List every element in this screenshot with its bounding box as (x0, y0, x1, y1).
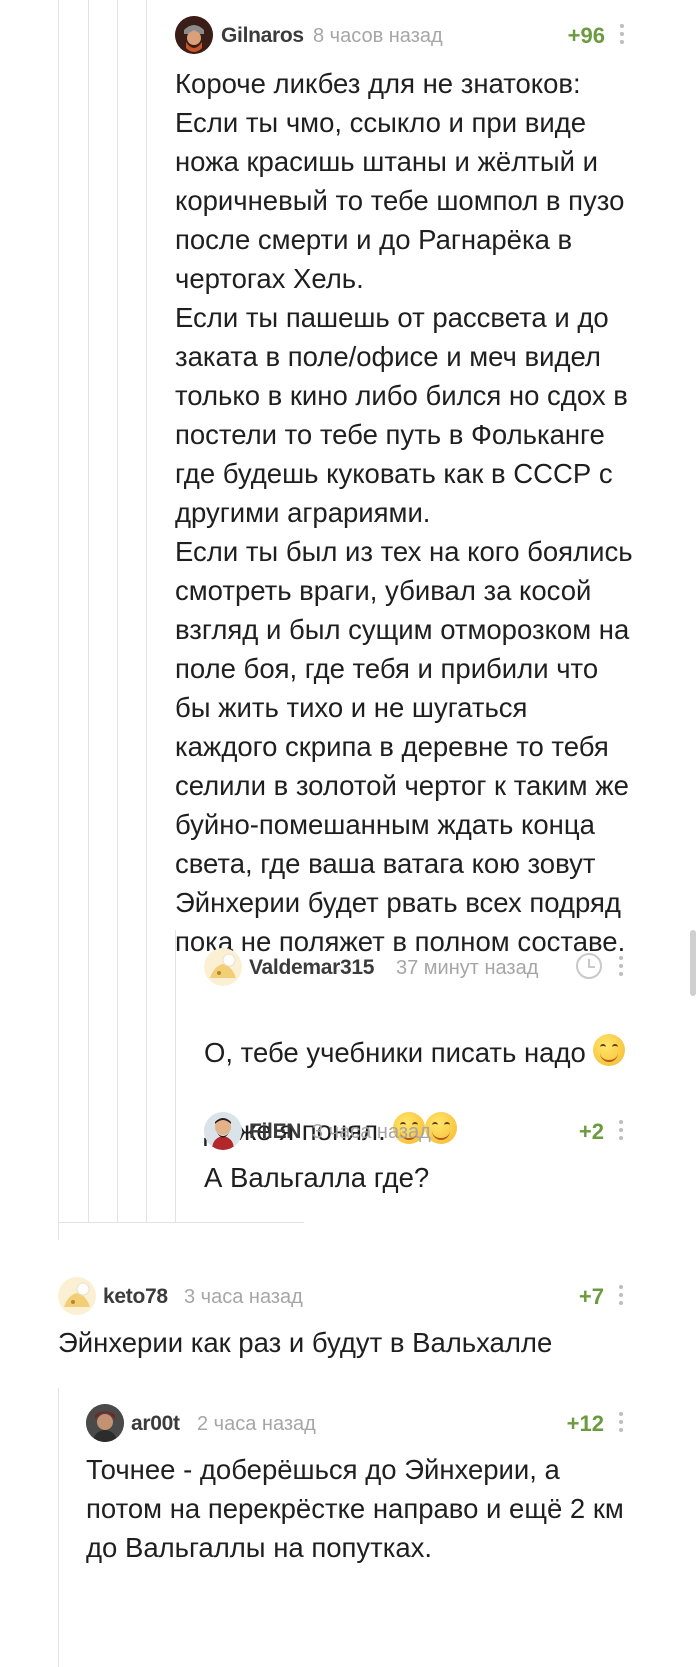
viking-avatar[interactable] (175, 16, 213, 54)
comment-time: 8 часов назад (313, 25, 443, 47)
comment-header: ar00t 2 часа назад +12 (86, 1404, 634, 1444)
comment-text: Эйнхерии как раз и будут в Вальхалле (58, 1327, 553, 1358)
more-options-icon[interactable] (618, 1285, 624, 1309)
bearded-avatar[interactable] (204, 1112, 242, 1150)
thread-line[interactable] (58, 0, 59, 1240)
comment: keto78 3 часа назад +7 Эйнхерии как раз … (58, 1277, 634, 1362)
comment: FilEN 3 часа назад +2 А Вальгалла где? (204, 1112, 634, 1197)
comment: Gilnaros 8 часов назад +96 Короче ликбез… (175, 16, 635, 961)
clock-icon (576, 953, 602, 979)
author-name[interactable]: Valdemar315 (249, 956, 374, 980)
author-name[interactable]: FilEN (249, 1120, 301, 1144)
comment-rating: +7 (578, 1284, 604, 1309)
comment-rating: +96 (567, 23, 605, 48)
comment-rating: +2 (578, 1119, 604, 1144)
comment: ar00t 2 часа назад +12 Точнее - доберёшь… (86, 1404, 634, 1567)
comment-header: Gilnaros 8 часов назад +96 (175, 16, 635, 56)
author-name[interactable]: Gilnaros (221, 24, 304, 48)
comment-text: Короче ликбез для не знатоков: Если ты ч… (175, 68, 633, 957)
comment-header: FilEN 3 часа назад +2 (204, 1112, 634, 1152)
comment-text: А Вальгалла где? (204, 1162, 430, 1193)
more-options-icon[interactable] (618, 1412, 624, 1436)
thread-end-divider (58, 1222, 304, 1223)
comment-time: 37 минут назад (396, 957, 539, 979)
default-avatar[interactable] (204, 948, 242, 986)
thread-line[interactable] (146, 0, 147, 1222)
author-name[interactable]: ar00t (131, 1412, 180, 1436)
portrait-avatar[interactable] (86, 1404, 124, 1442)
comment-text: Точнее - доберёшься до Эйнхерии, а потом… (86, 1454, 624, 1563)
comment-header: Valdemar315 37 минут назад (204, 948, 634, 988)
more-options-icon[interactable] (618, 1120, 624, 1144)
default-avatar[interactable] (58, 1277, 96, 1315)
smiling-face-emoji-icon (593, 1034, 626, 1066)
more-options-icon[interactable] (619, 24, 625, 48)
scrollbar[interactable] (690, 930, 696, 996)
comment-header: keto78 3 часа назад +7 (58, 1277, 634, 1317)
author-name[interactable]: keto78 (103, 1285, 168, 1309)
thread-line[interactable] (117, 0, 118, 1222)
comment-text-line: О, тебе учебники писать надо (204, 1037, 586, 1068)
thread-line[interactable] (175, 930, 176, 1222)
comment-time: 3 часа назад (184, 1286, 303, 1308)
comment-time: 2 часа назад (197, 1413, 316, 1435)
thread-line[interactable] (88, 0, 89, 1222)
comment-time: 3 часа назад (312, 1121, 431, 1143)
thread-line[interactable] (58, 1388, 59, 1667)
more-options-icon[interactable] (618, 956, 624, 980)
comment-rating: +12 (566, 1411, 604, 1436)
